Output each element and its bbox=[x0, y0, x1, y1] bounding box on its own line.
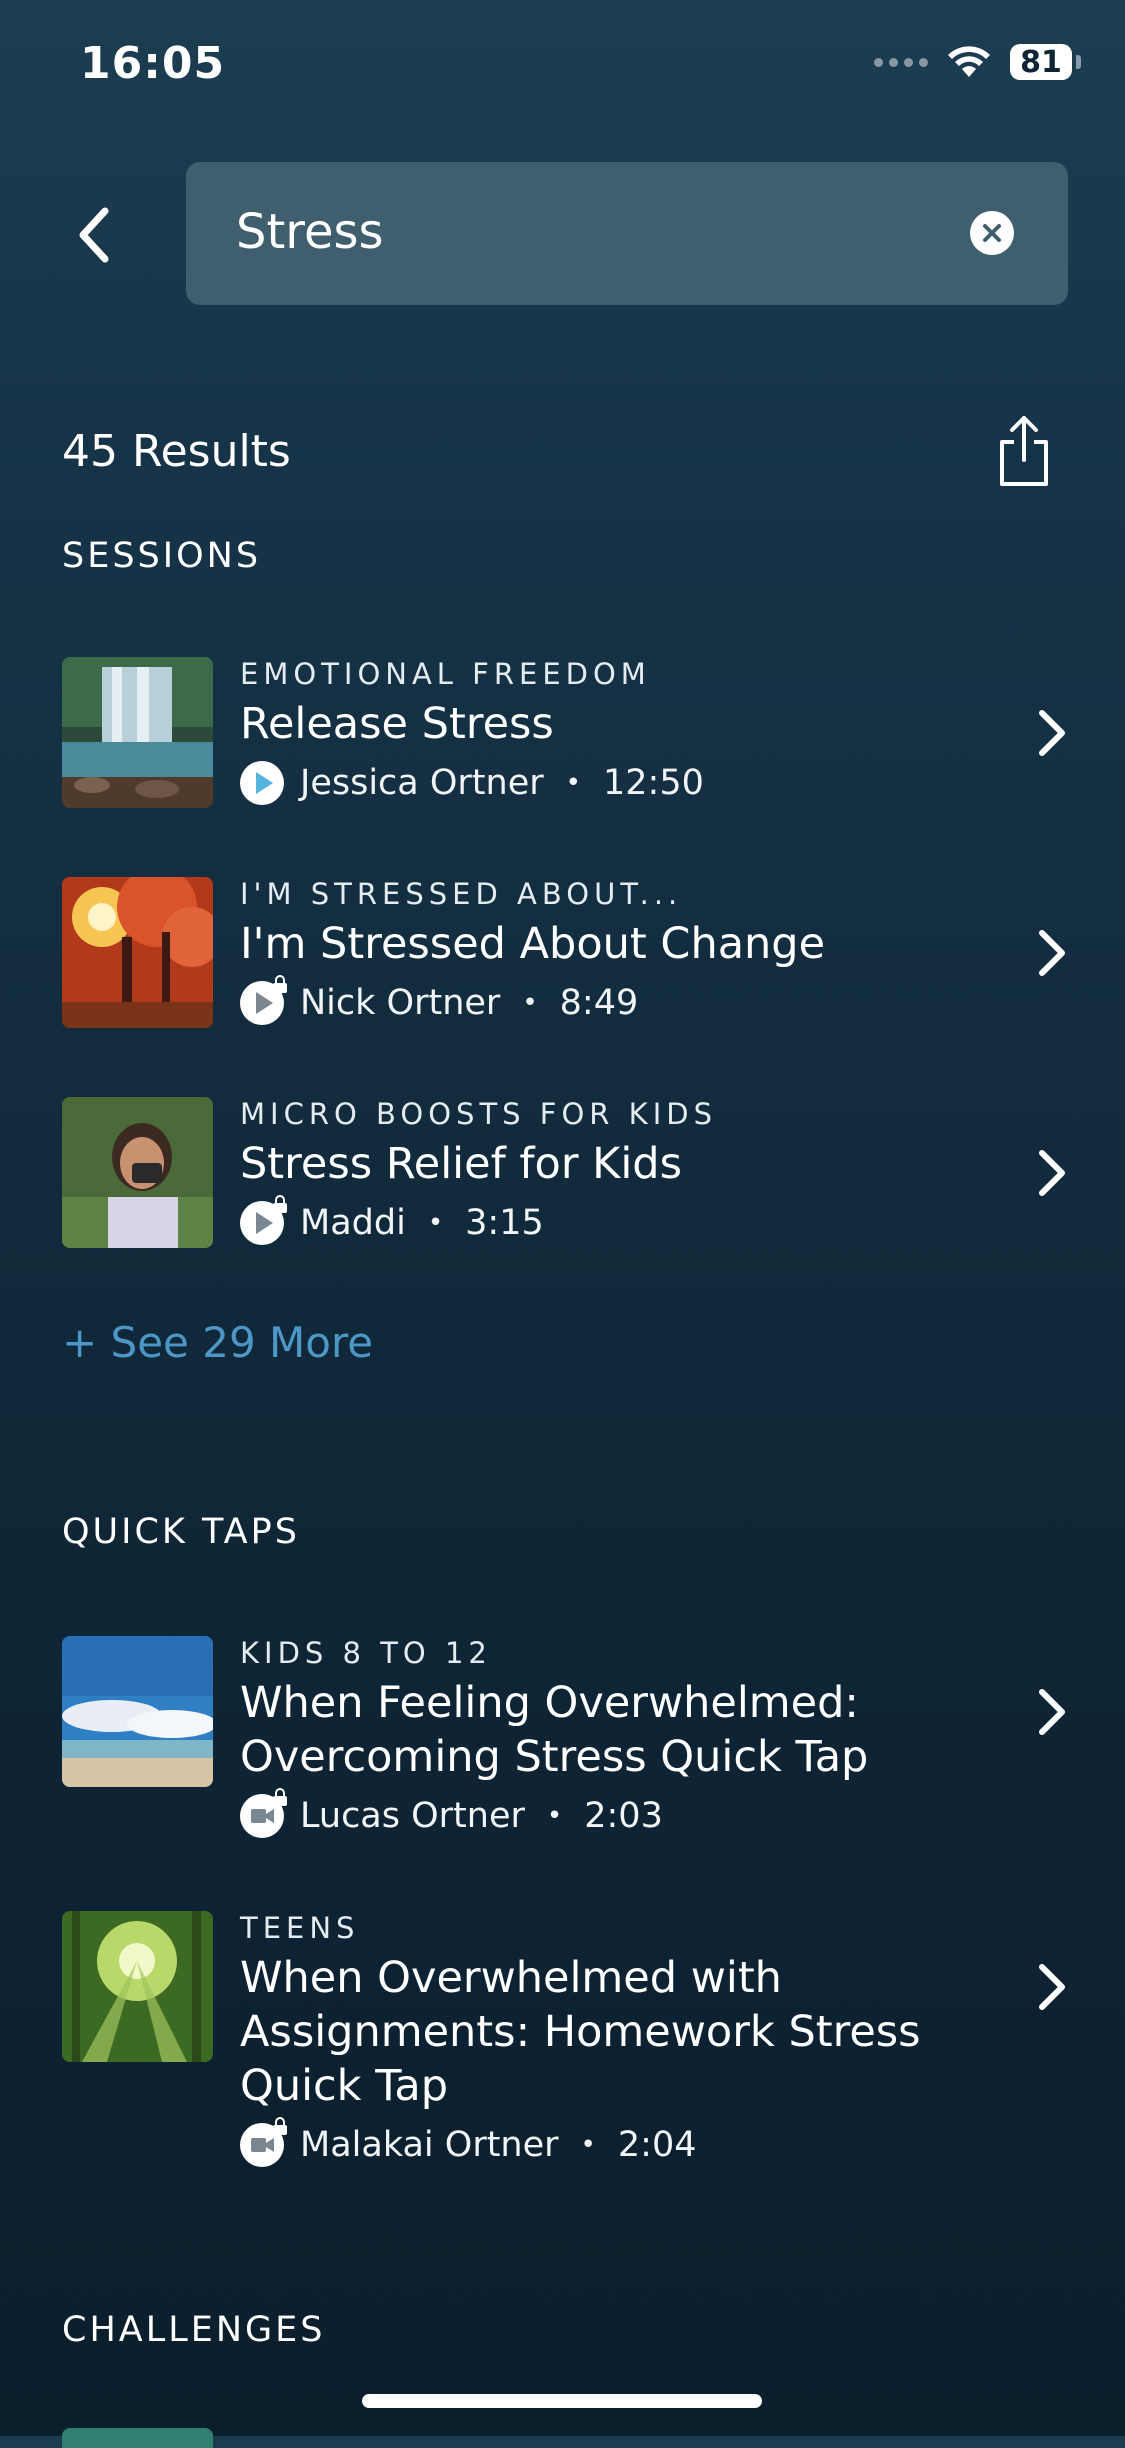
session-title: I'm Stressed About Change bbox=[240, 919, 826, 969]
meta-separator: • bbox=[580, 2130, 596, 2160]
battery-icon: 81 bbox=[1010, 44, 1072, 80]
lock-icon bbox=[273, 2117, 287, 2135]
cellular-signal-icon bbox=[874, 57, 928, 67]
section-title-challenges: CHALLENGES bbox=[62, 2310, 326, 2350]
section-title-sessions: SESSIONS bbox=[62, 536, 262, 576]
play-icon bbox=[240, 975, 287, 1025]
challenge-thumbnail-partial[interactable] bbox=[62, 2428, 213, 2448]
meta-separator: • bbox=[522, 988, 538, 1018]
chevron-right-icon bbox=[1039, 930, 1065, 976]
video-icon bbox=[240, 1788, 287, 1838]
quick-tap-title: When Feeling Overwhelmed: Overcoming Str… bbox=[240, 1678, 869, 1782]
session-category: MICRO BOOSTS FOR KIDS bbox=[240, 1097, 717, 1131]
quick-tap-duration: 2:03 bbox=[584, 1796, 663, 1836]
meta-separator: • bbox=[565, 768, 581, 798]
quick-tap-item[interactable]: TEENS When Overwhelmed with Assignments:… bbox=[62, 1911, 1072, 2167]
search-input[interactable]: Stress bbox=[186, 162, 1068, 305]
wifi-icon bbox=[948, 46, 990, 77]
chevron-left-icon bbox=[79, 207, 109, 263]
battery-nub bbox=[1076, 55, 1081, 69]
session-duration: 3:15 bbox=[465, 1203, 544, 1243]
session-item[interactable]: MICRO BOOSTS FOR KIDS Stress Relief for … bbox=[62, 1097, 1072, 1248]
session-author: Maddi bbox=[300, 1203, 406, 1243]
back-button[interactable] bbox=[60, 200, 130, 270]
clear-search-button[interactable] bbox=[970, 211, 1014, 255]
play-icon bbox=[240, 761, 284, 805]
quick-tap-thumbnail-forest-light bbox=[62, 1911, 213, 2062]
session-category: I'M STRESSED ABOUT... bbox=[240, 877, 683, 911]
lock-icon bbox=[273, 975, 287, 993]
share-button[interactable] bbox=[994, 414, 1054, 488]
chevron-right-icon bbox=[1039, 710, 1065, 756]
lock-icon bbox=[273, 1788, 287, 1806]
chevron-right-icon bbox=[1039, 1150, 1065, 1196]
session-duration: 12:50 bbox=[602, 763, 704, 803]
session-author: Jessica Ortner bbox=[300, 763, 544, 803]
session-item[interactable]: EMOTIONAL FREEDOM Release Stress Jessica… bbox=[62, 657, 1072, 808]
home-indicator[interactable] bbox=[362, 2394, 762, 2408]
session-thumbnail-waterfall bbox=[62, 657, 213, 808]
play-icon bbox=[240, 1195, 287, 1245]
session-item[interactable]: I'M STRESSED ABOUT... I'm Stressed About… bbox=[62, 877, 1072, 1028]
quick-tap-author: Malakai Ortner bbox=[300, 2125, 559, 2165]
session-thumbnail-child-camera bbox=[62, 1097, 213, 1248]
session-thumbnail-autumn-tree bbox=[62, 877, 213, 1028]
lock-icon bbox=[273, 1195, 287, 1213]
quick-tap-category: KIDS 8 TO 12 bbox=[240, 1636, 492, 1670]
meta-separator: • bbox=[427, 1208, 444, 1238]
session-title: Stress Relief for Kids bbox=[240, 1139, 683, 1189]
session-meta: Nick Ortner • 8:49 bbox=[240, 975, 639, 1025]
quick-tap-meta: Lucas Ortner • 2:03 bbox=[240, 1788, 663, 1838]
session-duration: 8:49 bbox=[559, 983, 639, 1023]
battery-level: 81 bbox=[1020, 44, 1062, 80]
session-meta: Maddi • 3:15 bbox=[240, 1195, 544, 1245]
session-meta: Jessica Ortner • 12:50 bbox=[240, 761, 704, 805]
status-indicators: 81 bbox=[874, 44, 1081, 80]
session-title: Release Stress bbox=[240, 699, 554, 749]
quick-tap-duration: 2:04 bbox=[617, 2125, 697, 2165]
session-author: Nick Ortner bbox=[300, 983, 501, 1023]
chevron-right-icon bbox=[1039, 1964, 1065, 2010]
see-more-link[interactable]: + See 29 More bbox=[62, 1318, 373, 1367]
quick-tap-title: When Overwhelmed with Assignments: Homew… bbox=[240, 1953, 921, 2111]
section-title-quick-taps: QUICK TAPS bbox=[62, 1512, 300, 1552]
quick-tap-thumbnail-beach-sky bbox=[62, 1636, 213, 1787]
meta-separator: • bbox=[546, 1801, 563, 1831]
search-query[interactable]: Stress bbox=[236, 204, 384, 260]
status-time: 16:05 bbox=[80, 38, 226, 89]
quick-tap-category: TEENS bbox=[240, 1911, 360, 1945]
share-icon bbox=[1000, 416, 1048, 486]
session-category: EMOTIONAL FREEDOM bbox=[240, 657, 651, 691]
quick-tap-item[interactable]: KIDS 8 TO 12 When Feeling Overwhelmed: O… bbox=[62, 1636, 1072, 1838]
results-count: 45 Results bbox=[62, 426, 291, 477]
quick-tap-meta: Malakai Ortner • 2:04 bbox=[240, 2117, 697, 2167]
quick-tap-author: Lucas Ortner bbox=[300, 1796, 525, 1836]
chevron-right-icon bbox=[1039, 1689, 1065, 1735]
video-icon bbox=[240, 2117, 287, 2167]
clear-icon bbox=[983, 224, 1001, 242]
